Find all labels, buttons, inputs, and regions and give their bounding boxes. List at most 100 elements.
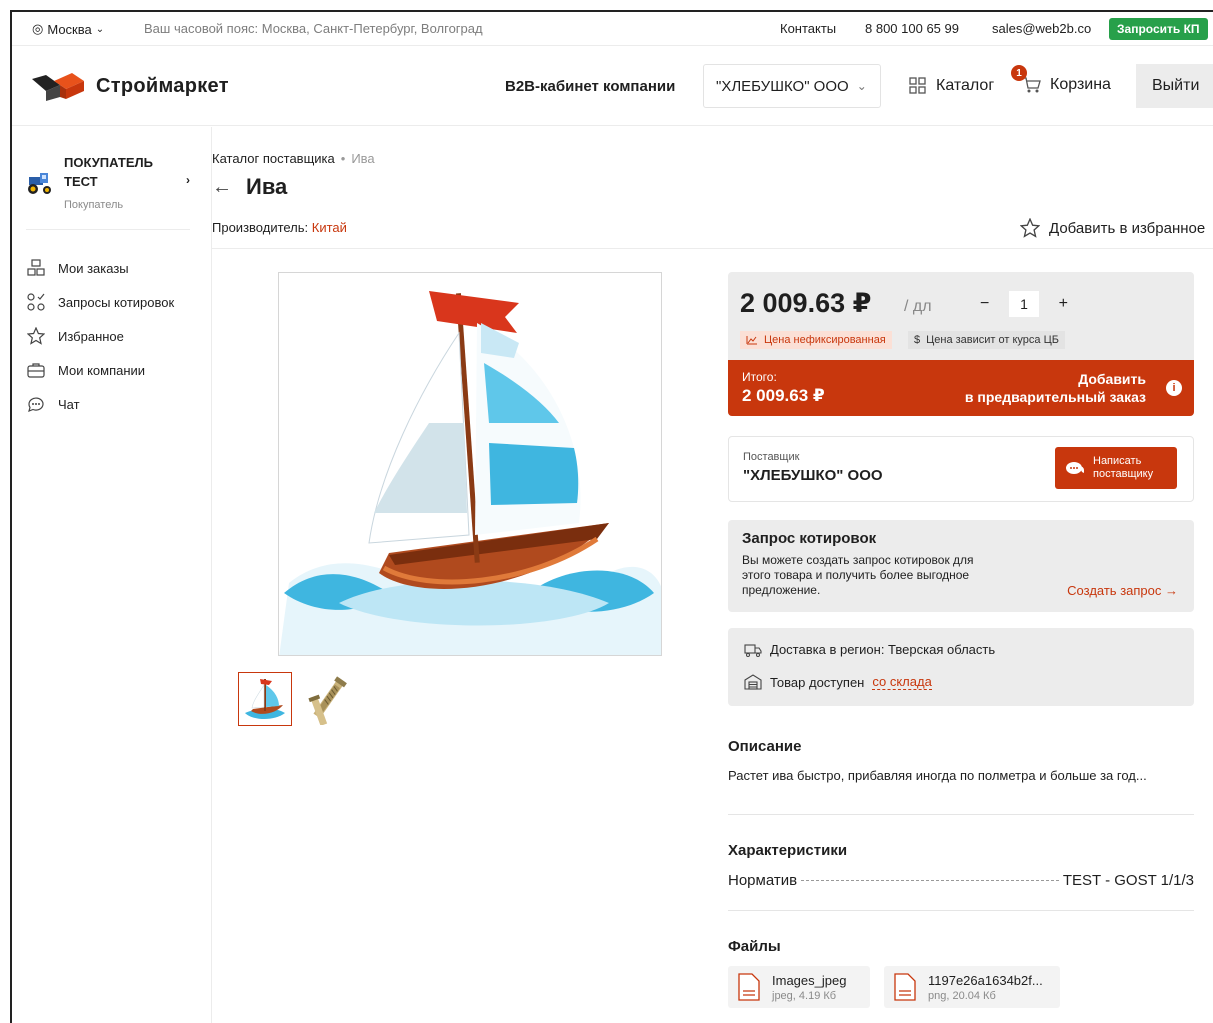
sidebar-item-label: Мои компании xyxy=(58,362,146,378)
nav-cart[interactable]: 1 Корзина xyxy=(1011,65,1111,94)
thumbnail-anchor-bolts[interactable] xyxy=(304,672,358,726)
user-role: Покупатель xyxy=(64,199,124,211)
divider xyxy=(728,910,1194,911)
city-selector[interactable]: ◎ Москва ⌄ xyxy=(32,21,104,37)
tractor-icon xyxy=(28,173,51,194)
company-select[interactable]: "ХЛЕБУШКО" ООО ⌄ xyxy=(703,64,881,108)
stock-text: Товар доступен xyxy=(770,674,865,690)
top-bar: ◎ Москва ⌄ Ваш часовой пояс: Москва, Сан… xyxy=(12,12,1213,46)
sidebar-item-companies[interactable]: Мои компании xyxy=(26,353,174,387)
breadcrumb-link[interactable]: Каталог поставщика xyxy=(212,151,335,166)
add-to-preorder-bar[interactable]: Итого: 2 009.63 ₽ Добавить в предварител… xyxy=(728,360,1194,416)
contacts-link[interactable]: Контакты xyxy=(780,21,836,36)
file-item[interactable]: 1197e26a1634b2f... png, 20.04 Кб xyxy=(884,966,1060,1008)
supplier-name[interactable]: "ХЛЕБУШКО" ООО xyxy=(743,467,883,484)
chevron-down-icon: ⌄ xyxy=(95,23,105,35)
anchor-bolts-thumb-image xyxy=(305,673,357,725)
nav-catalog[interactable]: Каталог xyxy=(908,76,994,96)
breadcrumb-current: Ива xyxy=(351,151,375,166)
dollar-icon: $ xyxy=(914,334,921,346)
file-icon xyxy=(738,973,760,1001)
add-to-favorites-button[interactable]: Добавить в избранное xyxy=(1020,218,1205,238)
title-row: ← Ива xyxy=(212,174,287,200)
b2b-link[interactable]: B2B-кабинет компании xyxy=(505,78,675,95)
chat-icon xyxy=(26,394,46,414)
price-panel: 2 009.63 ₽ / дл − 1 + Цена нефиксированн… xyxy=(728,272,1194,416)
delivery-region-row: Доставка в регион: Тверская область xyxy=(744,642,995,657)
create-quote-link[interactable]: Создать запрос → xyxy=(1067,583,1178,598)
message-supplier-button[interactable]: Написать поставщику xyxy=(1055,447,1177,489)
chat-bubble-icon xyxy=(1066,462,1084,474)
characteristic-name: Норматив xyxy=(728,872,798,889)
phone-link[interactable]: 8 800 100 65 99 xyxy=(865,21,959,36)
files-title: Файлы xyxy=(728,938,781,955)
sidebar-item-chat[interactable]: Чат xyxy=(26,387,174,421)
sidebar-item-quotes[interactable]: Запросы котировок xyxy=(26,285,174,319)
total-value: 2 009.63 ₽ xyxy=(742,386,825,405)
quote-text: Вы можете создать запрос котировок для э… xyxy=(742,553,974,597)
total-label: Итого: xyxy=(742,370,777,384)
breadcrumb-separator: • xyxy=(340,151,346,166)
grid-icon xyxy=(909,77,926,94)
thumbnail-sailboat[interactable] xyxy=(238,672,292,726)
sailboat-image xyxy=(279,273,661,655)
characteristics-title: Характеристики xyxy=(728,842,848,859)
user-name: ПОКУПАТЕЛЬ ТЕСТ xyxy=(64,155,153,189)
supplier-card: Поставщик "ХЛЕБУШКО" ООО Написать постав… xyxy=(728,436,1194,502)
email-link[interactable]: sales@web2b.co xyxy=(992,21,1091,36)
manufacturer-link[interactable]: Китай xyxy=(312,220,347,235)
back-arrow-icon[interactable]: ← xyxy=(212,176,232,199)
product-main-image[interactable] xyxy=(278,272,662,656)
add-to-preorder-button[interactable]: Добавить в предварительный заказ xyxy=(965,370,1146,406)
chevron-down-icon: ⌄ xyxy=(856,79,867,93)
stock-link[interactable]: со склада xyxy=(872,674,932,690)
quantity-input[interactable]: 1 xyxy=(1009,291,1039,317)
unfixed-price-badge: Цена нефиксированная xyxy=(740,331,892,349)
quotes-icon xyxy=(26,292,46,312)
stock-row: Товар доступен со склада xyxy=(744,674,932,690)
nav-catalog-label: Каталог xyxy=(936,77,995,94)
sidebar-item-label: Избранное xyxy=(58,328,124,344)
timezone-text: Ваш часовой пояс: Москва, Санкт-Петербур… xyxy=(144,21,483,36)
quantity-plus-button[interactable]: + xyxy=(1059,295,1068,313)
sidebar-item-favorites[interactable]: Избранное xyxy=(26,319,174,353)
star-icon xyxy=(1020,218,1040,238)
file-item[interactable]: Images_jpeg jpeg, 4.19 Кб xyxy=(728,966,870,1008)
city-label: Москва xyxy=(47,21,92,37)
supplier-label: Поставщик xyxy=(743,451,800,463)
nav-cart-label: Корзина xyxy=(1050,76,1111,93)
chevron-right-icon: › xyxy=(186,173,190,187)
cart-icon xyxy=(1023,77,1041,93)
sidebar: ПОКУПАТЕЛЬ ТЕСТ Покупатель › Мои заказы … xyxy=(12,127,212,1023)
truck-icon xyxy=(744,643,762,657)
exchange-rate-badge: $ Цена зависит от курса ЦБ xyxy=(908,331,1065,349)
quote-request-panel: Запрос котировок Вы можете создать запро… xyxy=(728,520,1194,612)
logout-button[interactable]: Выйти xyxy=(1136,64,1213,108)
divider xyxy=(728,814,1194,815)
add-to-favorites-label: Добавить в избранное xyxy=(1049,219,1206,237)
price-value: 2 009.63 ₽ xyxy=(740,288,872,318)
quantity-minus-button[interactable]: − xyxy=(980,295,989,313)
characteristic-value: TEST - GOST 1/1/3 xyxy=(1062,872,1194,889)
file-icon xyxy=(894,973,916,1001)
manufacturer: Производитель: Китай xyxy=(212,220,347,235)
sidebar-item-orders[interactable]: Мои заказы xyxy=(26,251,174,285)
sidebar-menu: Мои заказы Запросы котировок Избранное М… xyxy=(26,251,174,421)
info-icon[interactable]: i xyxy=(1166,380,1182,396)
page-title: Ива xyxy=(246,174,288,199)
sidebar-item-label: Запросы котировок xyxy=(58,294,175,310)
description-title: Описание xyxy=(728,738,802,755)
add-to-preorder-line2: в предварительный заказ xyxy=(964,389,1146,405)
quantity-stepper: − 1 + xyxy=(980,290,1068,318)
exchange-rate-label: Цена зависит от курса ЦБ xyxy=(926,334,1059,346)
cart-count-badge: 1 xyxy=(1011,65,1027,81)
characteristic-row: Норматив TEST - GOST 1/1/3 xyxy=(728,872,1194,889)
sidebar-item-label: Чат xyxy=(58,396,80,412)
request-kp-button[interactable]: Запросить КП xyxy=(1109,18,1208,40)
sailboat-thumb-image xyxy=(239,673,291,725)
sidebar-item-label: Мои заказы xyxy=(58,260,129,276)
logo[interactable]: Строймаркет xyxy=(32,71,229,101)
boxes-icon xyxy=(26,258,46,278)
logo-mark-icon xyxy=(32,73,84,101)
company-select-value: "ХЛЕБУШКО" ООО xyxy=(716,77,849,95)
